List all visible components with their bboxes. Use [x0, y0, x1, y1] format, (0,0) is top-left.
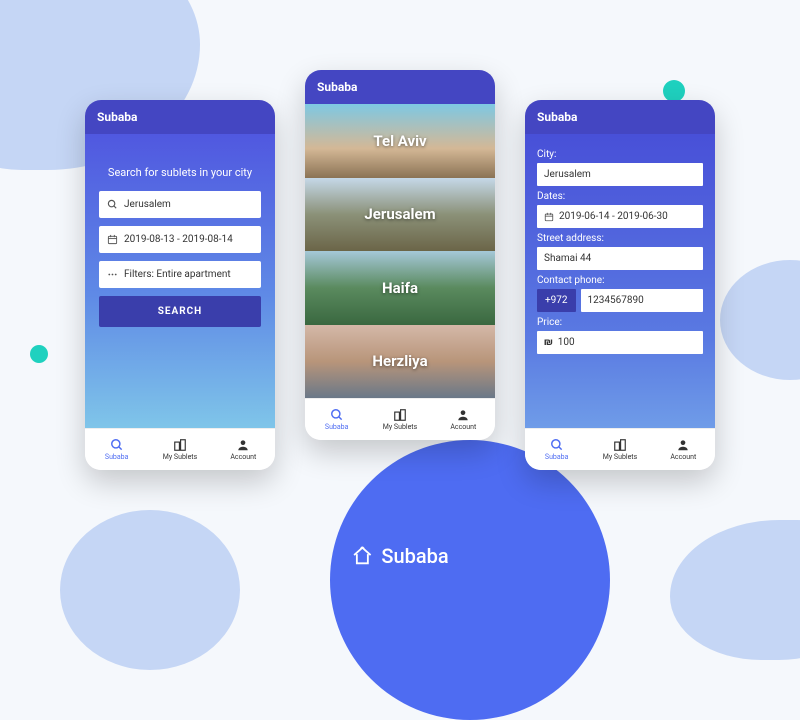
tab-label: Account [450, 423, 476, 431]
price-field[interactable]: ₪ 100 [537, 331, 703, 354]
house-icon [351, 545, 373, 567]
account-icon [456, 408, 470, 422]
tab-label: Subaba [545, 453, 569, 461]
tab-label: Account [670, 453, 696, 461]
buildings-icon [173, 438, 187, 452]
tab-label: Account [230, 453, 256, 461]
search-icon [550, 438, 564, 452]
phone-prefix[interactable]: +972 [537, 289, 576, 312]
tab-bar: Subaba My Sublets Account [305, 398, 495, 440]
filters-icon [107, 269, 118, 280]
brand-logo: Subaba [351, 544, 448, 568]
filters-value: Filters: Entire apartment [124, 269, 231, 280]
app-header: Subaba [525, 100, 715, 134]
tab-my-sublets[interactable]: My Sublets [148, 429, 211, 470]
price-label: Price: [537, 317, 703, 328]
dates-label: Dates: [537, 191, 703, 202]
tab-my-sublets[interactable]: My Sublets [368, 399, 431, 440]
screen-cities: Subaba Tel Aviv Jerusalem Haifa Herzliya… [305, 70, 495, 440]
tab-label: My Sublets [603, 453, 637, 461]
phone-label: Contact phone: [537, 275, 703, 286]
city-input[interactable]: Jerusalem [99, 191, 261, 218]
dates-input[interactable]: 2019-08-13 - 2019-08-14 [99, 226, 261, 253]
tab-label: My Sublets [163, 453, 197, 461]
phone-field[interactable]: 1234567890 [581, 289, 703, 312]
phone-value: 1234567890 [588, 295, 644, 306]
city-jerusalem[interactable]: Jerusalem [305, 178, 495, 252]
dates-value: 2019-06-14 - 2019-06-30 [559, 211, 668, 222]
screen-form: Subaba City: Jerusalem Dates: 2019-06-14… [525, 100, 715, 470]
city-value: Jerusalem [544, 169, 591, 180]
city-value: Jerusalem [124, 199, 171, 210]
shekel-icon: ₪ [544, 337, 553, 348]
calendar-icon [544, 212, 554, 222]
street-label: Street address: [537, 233, 703, 244]
buildings-icon [613, 438, 627, 452]
screen-search: Subaba Search for sublets in your city J… [85, 100, 275, 470]
tab-account[interactable]: Account [432, 399, 495, 440]
search-title: Search for sublets in your city [99, 166, 261, 179]
dates-value: 2019-08-13 - 2019-08-14 [124, 234, 233, 245]
tab-bar: Subaba My Sublets Account [85, 428, 275, 470]
filters-input[interactable]: Filters: Entire apartment [99, 261, 261, 288]
city-haifa[interactable]: Haifa [305, 251, 495, 325]
street-value: Shamai 44 [544, 253, 591, 264]
tab-my-sublets[interactable]: My Sublets [588, 429, 651, 470]
city-telaviv[interactable]: Tel Aviv [305, 104, 495, 178]
street-field[interactable]: Shamai 44 [537, 247, 703, 270]
search-icon [110, 438, 124, 452]
tab-subaba[interactable]: Subaba [85, 429, 148, 470]
buildings-icon [393, 408, 407, 422]
city-field[interactable]: Jerusalem [537, 163, 703, 186]
tab-subaba[interactable]: Subaba [305, 399, 368, 440]
tab-bar: Subaba My Sublets Account [525, 428, 715, 470]
dates-field[interactable]: 2019-06-14 - 2019-06-30 [537, 205, 703, 228]
app-header: Subaba [305, 70, 495, 104]
brand-text: Subaba [381, 544, 448, 568]
tab-label: My Sublets [383, 423, 417, 431]
account-icon [676, 438, 690, 452]
search-icon [107, 199, 118, 210]
search-button[interactable]: SEARCH [99, 296, 261, 327]
tab-label: Subaba [325, 423, 349, 431]
price-value: 100 [558, 337, 575, 348]
tab-account[interactable]: Account [652, 429, 715, 470]
city-label: City: [537, 149, 703, 160]
account-icon [236, 438, 250, 452]
tab-subaba[interactable]: Subaba [525, 429, 588, 470]
calendar-icon [107, 234, 118, 245]
tab-label: Subaba [105, 453, 129, 461]
tab-account[interactable]: Account [212, 429, 275, 470]
app-header: Subaba [85, 100, 275, 134]
city-herzliya[interactable]: Herzliya [305, 325, 495, 399]
search-icon [330, 408, 344, 422]
